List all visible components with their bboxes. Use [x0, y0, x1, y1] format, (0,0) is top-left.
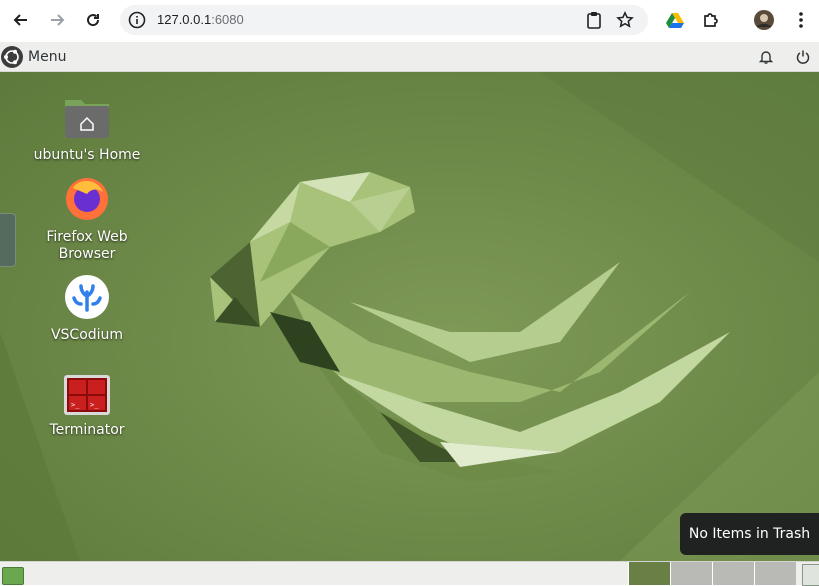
firefox-icon	[66, 178, 108, 220]
workspace-1[interactable]	[628, 562, 670, 585]
trash-notification: No Items in Trash	[680, 513, 819, 555]
google-drive-icon[interactable]	[664, 9, 686, 31]
desktop-icon-label: Terminator	[49, 422, 125, 438]
back-arrow-icon	[13, 14, 27, 26]
forward-button[interactable]	[44, 8, 70, 32]
browser-toolbar: 127.0.0.1:6080	[0, 0, 819, 42]
url-text[interactable]: 127.0.0.1:6080	[157, 12, 244, 27]
desktop-icon-home[interactable]: ubuntu's Home	[32, 96, 142, 164]
url-host: 127.0.0.1	[157, 12, 212, 27]
back-button[interactable]	[8, 8, 34, 32]
power-icon[interactable]	[795, 49, 811, 65]
desktop-icon-label: ubuntu's Home	[33, 147, 141, 163]
clipboard-icon[interactable]	[583, 9, 605, 31]
reload-icon	[87, 14, 100, 27]
show-desktop-button[interactable]	[2, 567, 24, 585]
desktop-icon-label: Firefox Web Browser	[46, 229, 128, 262]
vscodium-icon	[65, 275, 109, 319]
profile-avatar[interactable]	[753, 9, 775, 31]
workspace-4[interactable]	[754, 562, 796, 585]
ubuntu-logo-icon[interactable]	[1, 46, 23, 68]
menu-button[interactable]: Menu	[28, 49, 66, 65]
site-info-icon[interactable]	[128, 11, 146, 33]
home-folder-icon	[65, 100, 109, 138]
workspace-3[interactable]	[712, 562, 754, 585]
desktop-icon-firefox[interactable]: Firefox Web Browser	[32, 174, 142, 263]
desktop-area[interactable]: ubuntu's Home Firefox Web Browser VSCodi…	[0, 72, 819, 561]
desktop-icon-label: VSCodium	[50, 327, 124, 343]
trash-icon[interactable]	[802, 564, 819, 586]
side-panel-handle[interactable]	[0, 213, 16, 267]
browser-menu-icon[interactable]	[790, 9, 812, 31]
bottom-panel	[0, 561, 819, 586]
desktop-icon-vscodium[interactable]: VSCodium	[32, 274, 142, 344]
terminator-icon: >_ >_	[64, 375, 110, 415]
workspace-2[interactable]	[670, 562, 712, 585]
desktop-icon-terminator[interactable]: >_ >_ Terminator	[32, 375, 142, 439]
bookmark-star-icon[interactable]	[614, 9, 636, 31]
extensions-puzzle-icon[interactable]	[700, 9, 722, 31]
reload-button[interactable]	[80, 8, 106, 32]
svg-text:>_: >_	[71, 401, 80, 409]
top-panel: Menu	[0, 42, 819, 72]
url-port: :6080	[211, 12, 244, 27]
forward-arrow-icon	[51, 14, 65, 26]
svg-text:>_: >_	[90, 401, 99, 409]
bell-icon[interactable]	[758, 49, 774, 65]
